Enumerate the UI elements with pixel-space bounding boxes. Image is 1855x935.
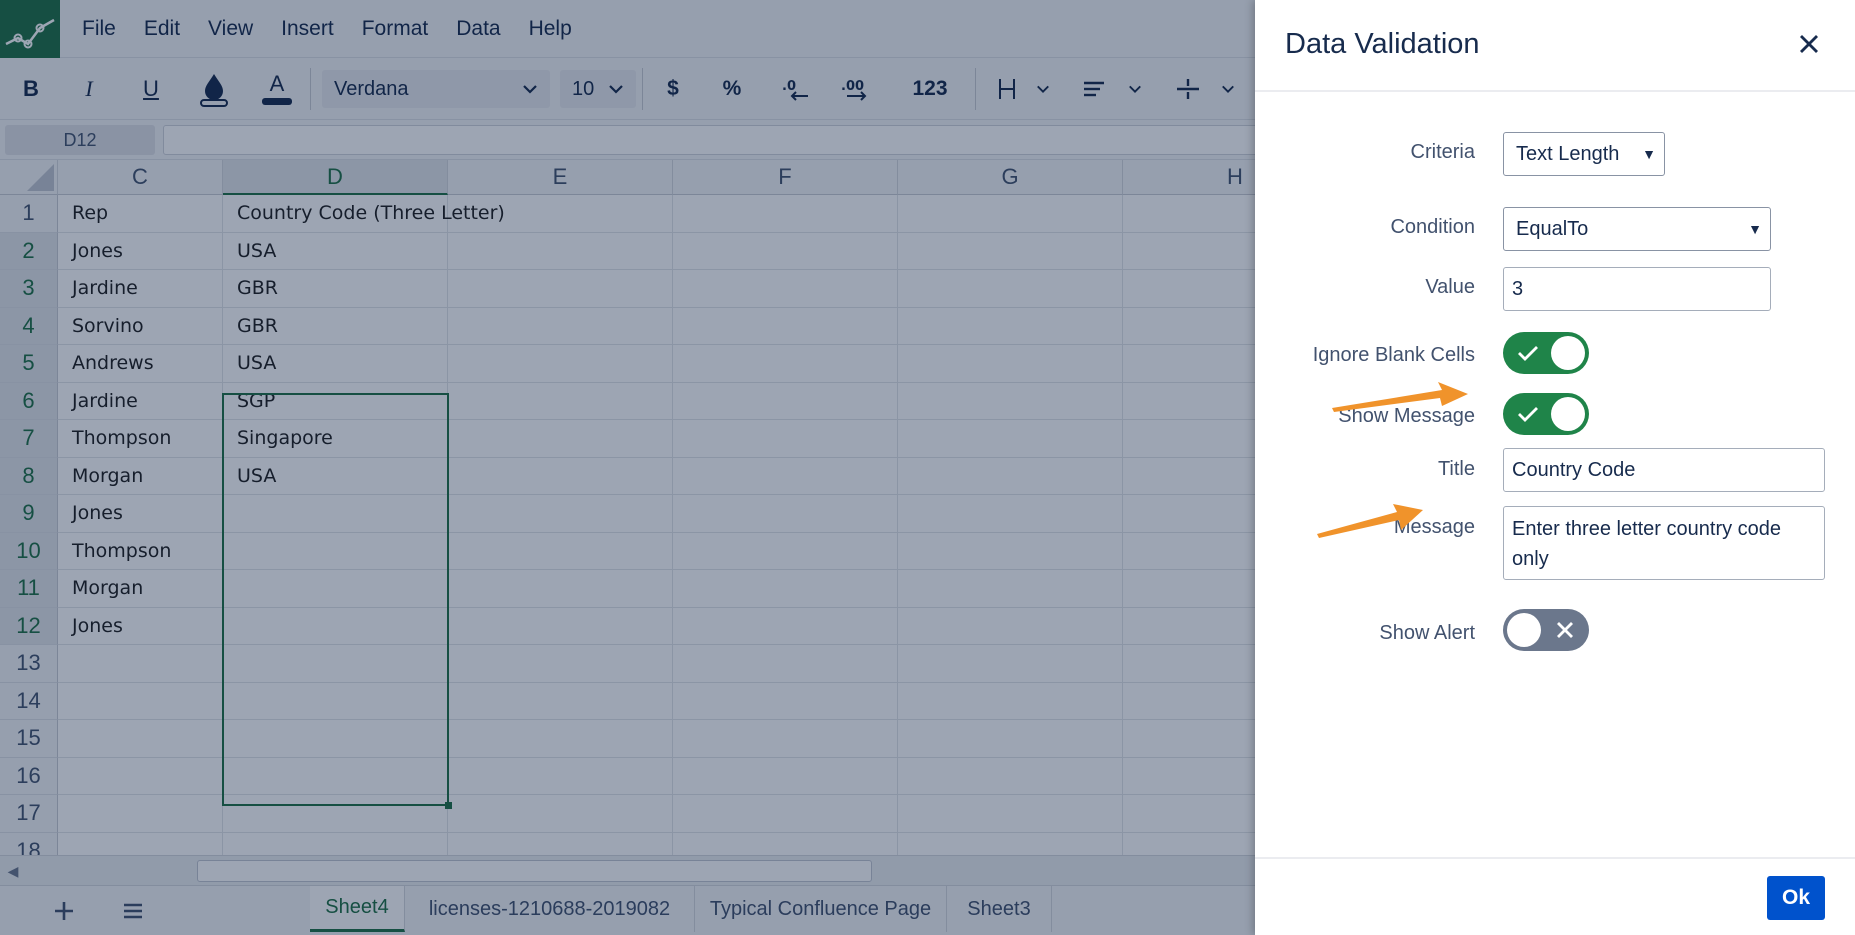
x-icon xyxy=(1557,622,1573,638)
criteria-label: Criteria xyxy=(1410,141,1475,163)
data-validation-dialog: Data Validation Criteria Text Length ▼ C… xyxy=(1255,0,1855,935)
message-textarea[interactable]: Enter three letter country code only xyxy=(1503,506,1825,580)
dropdown-caret-icon: ▼ xyxy=(1748,221,1762,237)
toggle-knob xyxy=(1551,336,1585,370)
ok-button[interactable]: Ok xyxy=(1767,876,1825,920)
message-label: Message xyxy=(1393,516,1475,538)
close-icon xyxy=(1800,35,1818,53)
show-alert-toggle[interactable] xyxy=(1503,609,1589,651)
criteria-value: Text Length xyxy=(1516,142,1620,165)
dialog-footer: Ok xyxy=(1255,857,1855,935)
title-input[interactable]: Country Code xyxy=(1503,448,1825,492)
toggle-knob xyxy=(1551,397,1585,431)
value-label: Value xyxy=(1425,276,1475,298)
title-label: Title xyxy=(1437,458,1475,480)
dialog-header: Data Validation xyxy=(1255,0,1855,92)
ignore-blank-toggle[interactable] xyxy=(1503,332,1589,374)
show-message-toggle[interactable] xyxy=(1503,393,1589,435)
criteria-select[interactable]: Text Length ▼ xyxy=(1503,132,1665,176)
modal-backdrop[interactable] xyxy=(0,0,1255,935)
show-message-label: Show Message xyxy=(1338,405,1475,427)
dialog-title: Data Validation xyxy=(1285,28,1480,60)
ignore-blank-label: Ignore Blank Cells xyxy=(1312,344,1475,366)
condition-label: Condition xyxy=(1390,216,1475,238)
condition-value: EqualTo xyxy=(1516,217,1589,240)
check-icon xyxy=(1518,407,1538,422)
condition-select[interactable]: EqualTo ▼ xyxy=(1503,207,1771,251)
dropdown-caret-icon: ▼ xyxy=(1642,146,1656,162)
close-button[interactable] xyxy=(1793,28,1825,60)
toggle-knob xyxy=(1507,613,1541,647)
value-input[interactable]: 3 xyxy=(1503,267,1771,311)
check-icon xyxy=(1518,346,1538,361)
show-alert-label: Show Alert xyxy=(1379,622,1475,644)
